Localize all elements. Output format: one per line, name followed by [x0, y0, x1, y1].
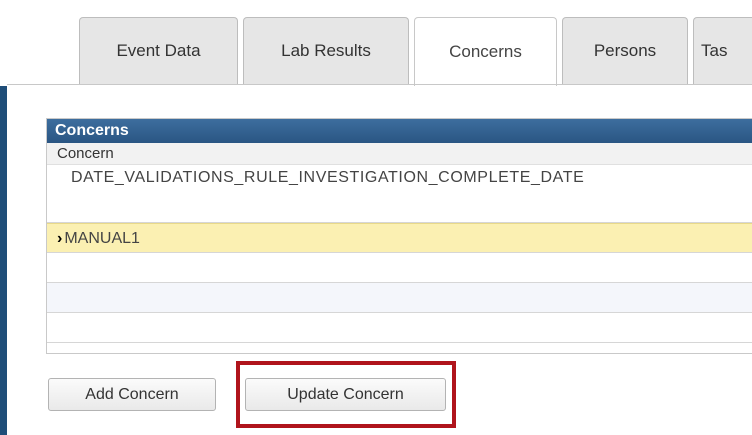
concern-row-selected[interactable]: › MANUAL1	[47, 223, 752, 253]
tab-event-data[interactable]: Event Data	[79, 17, 238, 84]
tab-bar: Event Data Lab Results Concerns Persons …	[0, 0, 752, 86]
concern-row[interactable]: DATE_VALIDATIONS_RULE_INVESTIGATION_COMP…	[47, 165, 752, 223]
tab-persons[interactable]: Persons	[562, 17, 688, 84]
concern-row-text: MANUAL1	[64, 230, 140, 247]
tab-bar-baseline	[7, 84, 752, 85]
tab-lab-results[interactable]: Lab Results	[243, 17, 409, 84]
tab-concerns[interactable]: Concerns	[414, 17, 557, 86]
update-concern-highlight-box	[236, 361, 456, 428]
concerns-page: Event Data Lab Results Concerns Persons …	[0, 0, 752, 435]
concerns-panel-title: Concerns	[47, 119, 752, 143]
selected-row-chevron-icon: ›	[57, 230, 63, 247]
concerns-panel: Concerns Concern DATE_VALIDATIONS_RULE_I…	[46, 118, 752, 354]
add-concern-button[interactable]: Add Concern	[48, 378, 216, 411]
concern-column-header[interactable]: Concern	[47, 143, 752, 165]
concern-row-empty[interactable]	[47, 283, 752, 313]
concern-row-empty[interactable]	[47, 313, 752, 343]
tab-tasks[interactable]: Tas	[693, 17, 752, 84]
concern-row-empty[interactable]	[47, 253, 752, 283]
concern-row-text: DATE_VALIDATIONS_RULE_INVESTIGATION_COMP…	[71, 169, 585, 186]
